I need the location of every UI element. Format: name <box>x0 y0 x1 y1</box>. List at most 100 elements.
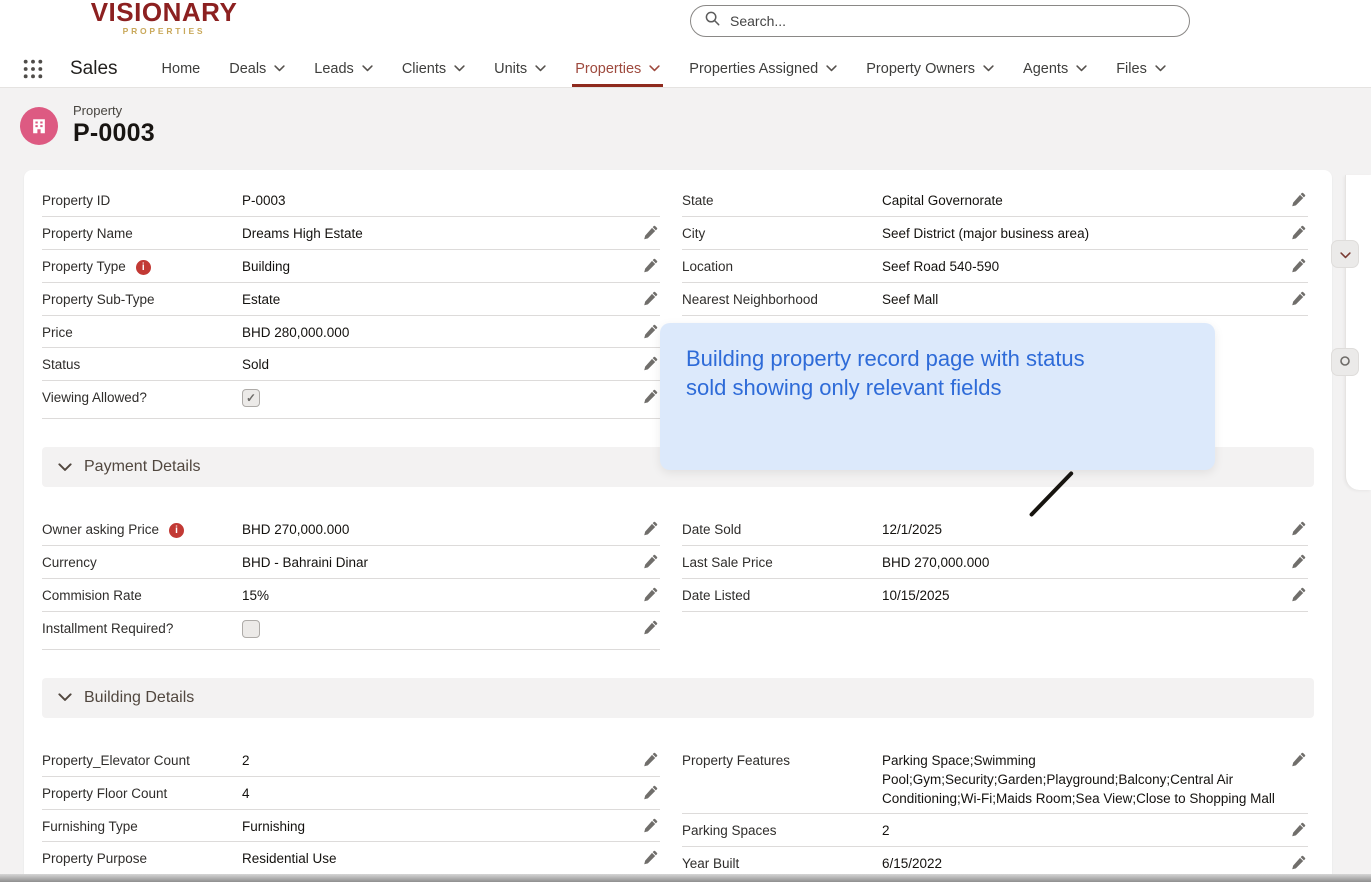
chevron-down-icon <box>826 65 837 72</box>
field-row: Property FeaturesParking Space;Swimming … <box>682 744 1308 815</box>
error-info-icon[interactable]: i <box>136 260 151 275</box>
nav-tab-properties-assigned[interactable]: Properties Assigned <box>689 50 837 87</box>
edit-pencil-icon[interactable] <box>1280 191 1308 207</box>
edit-pencil-icon[interactable] <box>1280 257 1308 273</box>
edit-pencil-icon[interactable] <box>632 586 660 602</box>
field-label: Property Sub-Type <box>42 290 242 309</box>
field-label: Property ID <box>42 191 242 210</box>
nav-tab-agents[interactable]: Agents <box>1023 50 1087 87</box>
field-label: Installment Required? <box>42 619 242 638</box>
edit-pencil-icon[interactable] <box>632 224 660 240</box>
building-left-column: Property_Elevator Count2 Property Floor C… <box>42 744 660 880</box>
nav-tab-label: Properties <box>575 61 641 77</box>
field-value: BHD 280,000.000 <box>242 323 632 343</box>
edit-pencil-icon[interactable] <box>1280 290 1308 306</box>
edit-pencil-icon[interactable] <box>632 751 660 767</box>
nav-tab-label: Properties Assigned <box>689 61 818 77</box>
app-navbar: Sales Home Deals Leads Clients Units Properti… <box>0 50 1371 88</box>
nav-tab-label: Agents <box>1023 61 1068 77</box>
field-label: Commision Rate <box>42 586 242 605</box>
nav-tab-files[interactable]: Files <box>1116 50 1166 87</box>
field-row: Property_Elevator Count2 <box>42 744 660 777</box>
nav-tab-property-owners[interactable]: Property Owners <box>866 50 994 87</box>
chevron-down-icon <box>983 65 994 72</box>
app-name[interactable]: Sales <box>70 58 118 80</box>
edit-pencil-icon[interactable] <box>632 388 660 404</box>
edit-pencil-icon[interactable] <box>632 257 660 273</box>
field-value: 10/15/2025 <box>882 586 1280 606</box>
field-label: Currency <box>42 553 242 572</box>
nav-tab-properties[interactable]: Properties <box>575 50 660 87</box>
edit-pencil-icon[interactable] <box>1280 520 1308 536</box>
nav-tab-label: Units <box>494 61 527 77</box>
error-info-icon[interactable]: i <box>169 523 184 538</box>
field-row: Owner asking PriceiBHD 270,000.000 <box>42 513 660 546</box>
panel-action-button[interactable] <box>1331 348 1359 376</box>
chevron-down-icon <box>362 65 373 72</box>
checkbox-unchecked[interactable] <box>242 620 260 638</box>
nav-tab-label: Home <box>162 61 201 77</box>
nav-tab-deals[interactable]: Deals <box>229 50 285 87</box>
search-icon <box>705 11 720 31</box>
circle-icon <box>1339 355 1351 370</box>
annotation-callout: Building property record page with statu… <box>660 323 1215 470</box>
field-row: Property NameDreams High Estate <box>42 217 660 250</box>
edit-pencil-icon[interactable] <box>632 323 660 339</box>
field-value: Dreams High Estate <box>242 224 632 244</box>
field-value: 4 <box>242 784 632 804</box>
field-value: Building <box>242 257 632 277</box>
edit-pencil-icon[interactable] <box>632 290 660 306</box>
window-bottom-edge <box>0 874 1371 882</box>
edit-pencil-icon[interactable] <box>1280 854 1308 870</box>
field-row: StatusSold <box>42 348 660 381</box>
field-row: PriceBHD 280,000.000 <box>42 316 660 349</box>
checkbox-checked[interactable] <box>242 389 260 407</box>
edit-pencil-icon[interactable] <box>632 817 660 833</box>
record-entity-label: Property <box>73 103 155 118</box>
field-value: Capital Governorate <box>882 191 1280 211</box>
field-value: Seef District (major business area) <box>882 224 1280 244</box>
edit-pencil-icon[interactable] <box>632 520 660 536</box>
global-search[interactable] <box>690 5 1190 37</box>
edit-pencil-icon[interactable] <box>1280 553 1308 569</box>
field-value: 2 <box>882 821 1280 841</box>
nav-tab-home[interactable]: Home <box>162 50 201 87</box>
field-label: Property Floor Count <box>42 784 242 803</box>
nav-tab-label: Deals <box>229 61 266 77</box>
field-value: Seef Mall <box>882 290 1280 310</box>
field-row: CurrencyBHD - Bahraini Dinar <box>42 546 660 579</box>
edit-pencil-icon[interactable] <box>632 784 660 800</box>
edit-pencil-icon[interactable] <box>632 553 660 569</box>
property-record-icon <box>20 107 58 145</box>
field-row: Commision Rate15% <box>42 579 660 612</box>
brand-logo[interactable]: VISIONARY PROPERTIES <box>84 0 244 36</box>
field-row: Nearest NeighborhoodSeef Mall <box>682 283 1308 316</box>
field-value: P-0003 <box>242 191 660 211</box>
building-right-column: Property FeaturesParking Space;Swimming … <box>682 744 1308 880</box>
panel-toggle-button[interactable] <box>1331 240 1359 268</box>
edit-pencil-icon[interactable] <box>1280 821 1308 837</box>
field-row: Installment Required? <box>42 612 660 650</box>
field-value: Estate <box>242 290 632 310</box>
nav-tab-label: Property Owners <box>866 61 975 77</box>
nav-tab-clients[interactable]: Clients <box>402 50 465 87</box>
app-launcher-waffle-icon[interactable] <box>20 56 46 82</box>
chevron-down-icon <box>649 65 660 72</box>
search-input[interactable] <box>730 13 1175 29</box>
edit-pencil-icon[interactable] <box>1280 224 1308 240</box>
section-building-details[interactable]: Building Details <box>42 678 1314 718</box>
nav-tab-label: Leads <box>314 61 354 77</box>
building-grid: Property_Elevator Count2Property Floor C… <box>42 744 1314 880</box>
nav-tab-leads[interactable]: Leads <box>314 50 373 87</box>
edit-pencil-icon[interactable] <box>632 619 660 635</box>
edit-pencil-icon[interactable] <box>632 849 660 865</box>
edit-pencil-icon[interactable] <box>1280 751 1308 767</box>
edit-pencil-icon[interactable] <box>632 355 660 371</box>
brand-name: VISIONARY <box>84 0 244 28</box>
nav-tab-units[interactable]: Units <box>494 50 546 87</box>
field-row: Property TypeiBuilding <box>42 250 660 283</box>
edit-pencil-icon[interactable] <box>1280 586 1308 602</box>
section-title: Building Details <box>84 689 194 707</box>
field-label: Property_Elevator Count <box>42 751 242 770</box>
field-label: Owner asking Pricei <box>42 520 242 539</box>
